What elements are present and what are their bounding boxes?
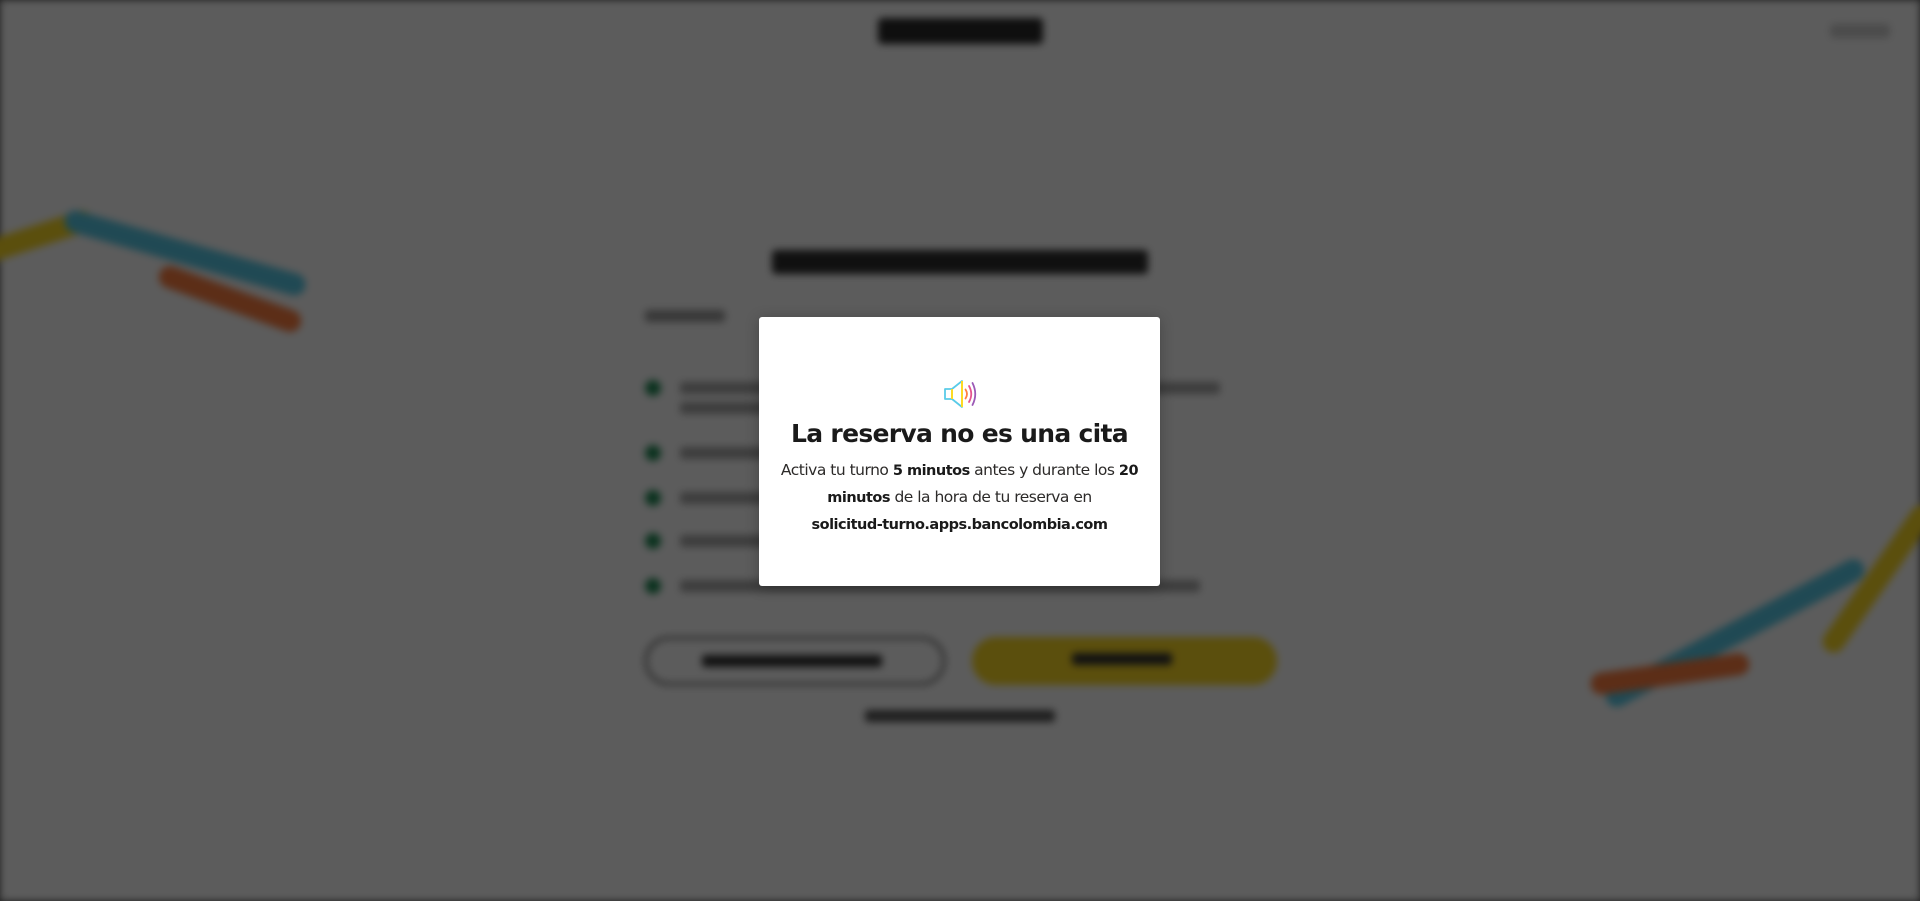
modal-title: La reserva no es una cita <box>791 419 1129 448</box>
speaker-icon <box>943 380 976 408</box>
info-modal: La reserva no es una cita Activa tu turn… <box>759 317 1160 586</box>
modal-text-part: Activa tu turno <box>780 461 893 479</box>
modal-url: solicitud-turno.apps.bancolombia.com <box>811 517 1108 533</box>
modal-message: Activa tu turno 5 minutos antes y durant… <box>775 457 1145 538</box>
viewport: La reserva no es una cita Activa tu turn… <box>0 0 1920 901</box>
modal-text-bold: 5 minutos <box>892 463 970 479</box>
modal-text-part: de la hora de tu reserva en <box>890 488 1092 506</box>
modal-text-part: antes y durante los <box>969 461 1119 479</box>
